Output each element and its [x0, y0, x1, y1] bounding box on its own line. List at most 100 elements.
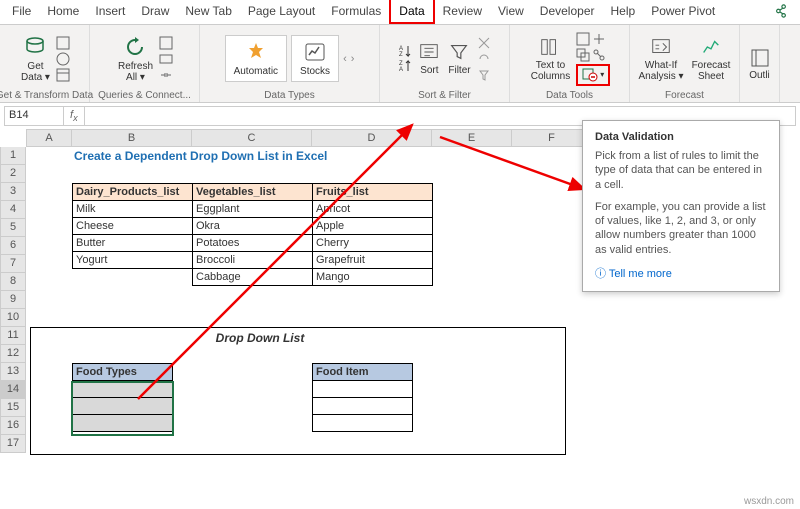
watermark: wsxdn.com	[744, 496, 794, 507]
sort-button[interactable]: Sort	[416, 39, 442, 78]
row-5[interactable]: 5	[0, 219, 26, 237]
row-16[interactable]: 16	[0, 417, 26, 435]
cell-b14[interactable]	[73, 381, 173, 398]
cell-b16[interactable]	[73, 415, 173, 432]
fx-icon[interactable]: fx	[64, 106, 85, 126]
tab-developer[interactable]: Developer	[532, 0, 603, 24]
data-validation-tooltip: Data Validation Pick from a list of rule…	[582, 120, 780, 292]
col-f[interactable]: F	[512, 129, 592, 147]
help-icon: ⓘ	[595, 268, 606, 280]
tooltip-p2: For example, you can provide a list of v…	[595, 200, 767, 257]
refresh-all-button[interactable]: Refresh All ▾	[116, 33, 155, 85]
flash-fill-icon[interactable]	[576, 32, 590, 46]
tell-me-more-link[interactable]: ⓘ Tell me more	[595, 268, 672, 280]
row-headers: 1 2 3 4 5 6 7 8 9 10 11 12 13 14 15 16 1…	[0, 147, 26, 453]
svg-text:A: A	[399, 67, 403, 73]
cell-d14[interactable]	[313, 381, 413, 398]
row-8[interactable]: 8	[0, 273, 26, 291]
whatif-button[interactable]: What-If Analysis ▾	[637, 34, 686, 84]
row-1[interactable]: 1	[0, 147, 26, 165]
chevron-left-icon[interactable]: ‹	[343, 53, 347, 65]
food-item-table[interactable]: Food Item	[312, 363, 413, 432]
relationships-icon[interactable]	[592, 48, 606, 62]
th-fooditem: Food Item	[313, 364, 413, 381]
col-d[interactable]: D	[312, 129, 432, 147]
row-10[interactable]: 10	[0, 309, 26, 327]
group-datatypes: Automatic Stocks ‹ › Data Types	[200, 25, 380, 102]
tab-powerpivot[interactable]: Power Pivot	[643, 0, 723, 24]
svg-text:Z: Z	[399, 52, 403, 58]
reapply-icon[interactable]	[477, 52, 491, 66]
tab-review[interactable]: Review	[435, 0, 490, 24]
group-get-transform: Get Data ▾ Get & Transform Data	[0, 25, 90, 102]
data-table[interactable]: Dairy_Products_listVegetables_listFruits…	[72, 183, 433, 286]
row-14[interactable]: 14	[0, 381, 26, 399]
cell-b15[interactable]	[73, 398, 173, 415]
th-fruits: Fruits_list	[313, 184, 433, 201]
filter-button[interactable]: Filter	[446, 39, 472, 78]
tooltip-p1: Pick from a list of rules to limit the t…	[595, 149, 767, 192]
tab-insert[interactable]: Insert	[87, 0, 133, 24]
th-foodtypes: Food Types	[73, 364, 173, 381]
cell-d15[interactable]	[313, 398, 413, 415]
row-9[interactable]: 9	[0, 291, 26, 309]
get-data-button[interactable]: Get Data ▾	[19, 33, 52, 85]
group-sortfilter: AZ ZA Sort Filter Sort & Filter	[380, 25, 510, 102]
page-title: Create a Dependent Drop Down List in Exc…	[74, 149, 327, 163]
text-to-columns-button[interactable]: Text to Columns	[529, 34, 572, 84]
share-icon[interactable]	[766, 0, 796, 24]
forecast-sheet-button[interactable]: Forecast Sheet	[690, 34, 733, 84]
row-2[interactable]: 2	[0, 165, 26, 183]
row-7[interactable]: 7	[0, 255, 26, 273]
remove-dup-icon[interactable]	[576, 48, 590, 62]
row-11[interactable]: 11	[0, 327, 26, 345]
edit-links-icon[interactable]	[159, 68, 173, 82]
ribbon-tabs: File Home Insert Draw New Tab Page Layou…	[0, 0, 800, 25]
tab-home[interactable]: Home	[39, 0, 87, 24]
col-e[interactable]: E	[432, 129, 512, 147]
outline-button[interactable]: Outli	[747, 46, 772, 83]
from-table-icon[interactable]	[56, 68, 70, 82]
name-box[interactable]: B14	[4, 106, 64, 126]
row-6[interactable]: 6	[0, 237, 26, 255]
from-text-icon[interactable]	[56, 36, 70, 50]
th-dairy: Dairy_Products_list	[73, 184, 193, 201]
queries-icon[interactable]	[159, 36, 173, 50]
tab-view[interactable]: View	[490, 0, 532, 24]
data-validation-button[interactable]: ▾	[576, 64, 610, 86]
properties-icon[interactable]	[159, 52, 173, 66]
cell-d16[interactable]	[313, 415, 413, 432]
ribbon: Get Data ▾ Get & Transform Data Refresh …	[0, 25, 800, 103]
advanced-icon[interactable]	[477, 68, 491, 82]
sort-az-icon[interactable]: AZ	[398, 44, 412, 58]
clear-icon[interactable]	[477, 36, 491, 50]
col-a[interactable]: A	[26, 129, 72, 147]
tab-help[interactable]: Help	[603, 0, 644, 24]
col-c[interactable]: C	[192, 129, 312, 147]
row-15[interactable]: 15	[0, 399, 26, 417]
tab-pagelayout[interactable]: Page Layout	[240, 0, 323, 24]
col-b[interactable]: B	[72, 129, 192, 147]
automatic-button[interactable]: Automatic	[225, 35, 287, 82]
stocks-button[interactable]: Stocks	[291, 35, 339, 82]
row-12[interactable]: 12	[0, 345, 26, 363]
row-13[interactable]: 13	[0, 363, 26, 381]
from-web-icon[interactable]	[56, 52, 70, 66]
sort-za-icon[interactable]: ZA	[398, 59, 412, 73]
consolidate-icon[interactable]	[592, 32, 606, 46]
row-17[interactable]: 17	[0, 435, 26, 453]
row-4[interactable]: 4	[0, 201, 26, 219]
tab-data[interactable]: Data	[389, 0, 434, 24]
tooltip-title: Data Validation	[595, 131, 767, 143]
chevron-down-icon: ▾	[600, 70, 604, 79]
tab-draw[interactable]: Draw	[133, 0, 177, 24]
tab-file[interactable]: File	[4, 0, 39, 24]
chevron-right-icon[interactable]: ›	[351, 53, 355, 65]
row-3[interactable]: 3	[0, 183, 26, 201]
group-forecast: What-If Analysis ▾ Forecast Sheet Foreca…	[630, 25, 740, 102]
tab-formulas[interactable]: Formulas	[323, 0, 389, 24]
group-outline: Outli	[740, 25, 780, 102]
food-types-table[interactable]: Food Types	[72, 363, 173, 432]
tab-newtab[interactable]: New Tab	[177, 0, 239, 24]
th-veg: Vegetables_list	[193, 184, 313, 201]
